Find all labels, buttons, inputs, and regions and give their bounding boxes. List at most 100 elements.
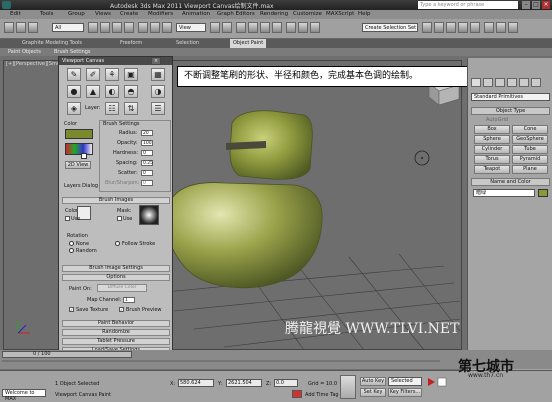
randomize-rollout[interactable]: Randomize	[62, 329, 170, 336]
curve-editor-icon[interactable]	[446, 22, 456, 33]
object-type-rollout[interactable]: Object Type	[471, 107, 550, 115]
rotation-random-radio[interactable]	[69, 248, 74, 253]
layer-options-icon[interactable]: ☰	[151, 102, 165, 115]
paint-behavior-rollout[interactable]: Paint Behavior	[62, 320, 170, 327]
material-editor-icon[interactable]	[470, 22, 480, 33]
teapot-button[interactable]: Teapot	[474, 165, 510, 174]
select-layer-icon[interactable]: ◈	[67, 102, 81, 115]
layers-dialog-button[interactable]: Layers Dialog	[64, 183, 98, 189]
smudge-icon[interactable]: ◐	[105, 85, 119, 98]
mirror-icon[interactable]	[298, 22, 308, 33]
menu-tools[interactable]: Tools	[40, 11, 54, 17]
fill-icon[interactable]: ▣	[124, 68, 138, 81]
layer-manager-icon[interactable]	[422, 22, 432, 33]
menu-edit[interactable]: Edit	[10, 11, 21, 17]
blur-sharpen-spinner[interactable]: 0	[141, 180, 153, 186]
window-crossing-icon[interactable]	[124, 22, 134, 33]
menu-graph-editors[interactable]: Graph Editors	[217, 11, 255, 17]
box-button[interactable]: Box	[474, 125, 510, 134]
paint-objects-panel[interactable]: Paint Objects	[8, 49, 41, 55]
move-icon[interactable]	[138, 22, 148, 33]
brush-mask-image[interactable]	[139, 205, 159, 225]
time-slider[interactable]: 0 / 100	[2, 351, 132, 358]
pivot-icon[interactable]	[210, 22, 220, 33]
schematic-icon[interactable]	[458, 22, 468, 33]
pyramid-button[interactable]: Pyramid	[512, 155, 548, 164]
motion-tab-icon[interactable]	[507, 78, 517, 87]
rotate-icon[interactable]	[150, 22, 160, 33]
key-filters-button[interactable]: Key Filters...	[388, 388, 422, 397]
blur-icon[interactable]: ●	[67, 85, 81, 98]
contrast-icon[interactable]: ◑	[151, 85, 165, 98]
menu-customize[interactable]: Customize	[293, 11, 322, 17]
minimize-icon[interactable]: –	[522, 1, 530, 9]
new-layer-icon[interactable]: ☷	[105, 102, 119, 115]
brush-images-rollout[interactable]: Brush Images	[62, 197, 170, 204]
playback-controls[interactable]	[422, 371, 456, 391]
paint-brush-icon[interactable]: ✎	[67, 68, 81, 81]
x-coordinate-field[interactable]: 580.624	[178, 379, 214, 387]
brush-preview-checkbox[interactable]: ✓	[119, 307, 124, 312]
rect-selection-icon[interactable]	[112, 22, 122, 33]
paint-object-bowl[interactable]	[165, 182, 323, 289]
close-icon[interactable]: ×	[151, 57, 161, 65]
auto-key-button[interactable]: Auto Key	[360, 377, 386, 386]
torus-button[interactable]: Torus	[474, 155, 510, 164]
maxscript-listener[interactable]: Welcome to MAX	[2, 389, 46, 402]
spacing-spinner[interactable]: 0.25	[141, 160, 153, 166]
selection-filter-dropdown[interactable]: All	[52, 23, 84, 32]
erase-icon[interactable]: ✐	[86, 68, 100, 81]
menu-modifiers[interactable]: Modifiers	[148, 11, 173, 17]
modify-tab-icon[interactable]	[483, 78, 493, 87]
tab-graphite-modeling-tools[interactable]: Graphite Modeling Tools	[22, 40, 82, 46]
menu-group[interactable]: Group	[68, 11, 85, 17]
menu-views[interactable]: Views	[95, 11, 111, 17]
maximize-icon[interactable]: □	[532, 1, 540, 9]
render-teapot-icon[interactable]	[508, 22, 518, 33]
time-tag-icon[interactable]	[292, 390, 302, 398]
menu-animation[interactable]: Animation	[182, 11, 210, 17]
add-time-tag-button[interactable]: Add Time Tag	[305, 392, 339, 398]
tube-button[interactable]: Tube	[512, 145, 548, 154]
paint-on-dropdown[interactable]: Diffuse Color	[97, 284, 147, 292]
rendered-frame-icon[interactable]	[496, 22, 506, 33]
options-rollout[interactable]: Options	[62, 274, 170, 281]
menu-create[interactable]: Create	[120, 11, 138, 17]
tab-selection[interactable]: Selection	[176, 40, 199, 46]
object-color-swatch[interactable]	[538, 189, 548, 197]
opacity-spinner[interactable]: 100	[141, 140, 153, 146]
save-texture-checkbox[interactable]: ✓	[69, 307, 74, 312]
named-selection-dropdown[interactable]: Create Selection Set	[362, 23, 418, 32]
menu-maxscript[interactable]: MAXScript	[326, 11, 354, 17]
search-input[interactable]: Type a keyword or phrase	[418, 1, 518, 9]
color-palette[interactable]	[65, 143, 93, 155]
render-setup-icon[interactable]	[484, 22, 494, 33]
scale-icon[interactable]	[162, 22, 172, 33]
link-icon[interactable]	[28, 22, 38, 33]
use-color-checkbox[interactable]	[65, 216, 70, 221]
brush-image-settings-rollout[interactable]: Brush Image Settings	[62, 265, 170, 272]
undo-icon[interactable]	[4, 22, 14, 33]
scatter-spinner[interactable]: 0	[141, 170, 153, 176]
sharpen-icon[interactable]: ▲	[86, 85, 100, 98]
radius-spinner[interactable]: 20	[141, 130, 153, 136]
geosphere-button[interactable]: GeoSphere	[512, 135, 548, 144]
tablet-pressure-rollout[interactable]: Tablet Pressure	[62, 338, 170, 345]
move-layer-icon[interactable]: ⇅	[124, 102, 138, 115]
secondary-color-swatch[interactable]	[81, 153, 87, 159]
redo-icon[interactable]	[16, 22, 26, 33]
cone-button[interactable]: Cone	[512, 125, 548, 134]
z-coordinate-field[interactable]: 0.0	[274, 379, 298, 387]
spinner-snap-icon[interactable]	[272, 22, 282, 33]
hierarchy-tab-icon[interactable]	[495, 78, 505, 87]
y-coordinate-field[interactable]: 2621.504	[226, 379, 262, 387]
cylinder-button[interactable]: Cylinder	[474, 145, 510, 154]
rotation-none-radio[interactable]	[69, 241, 74, 246]
rotation-follow-radio[interactable]	[115, 241, 120, 246]
align-icon[interactable]	[310, 22, 320, 33]
name-and-color-rollout[interactable]: Name and Color	[471, 178, 550, 186]
clone-icon[interactable]: ⚘	[105, 68, 119, 81]
select-object-icon[interactable]	[88, 22, 98, 33]
primitives-dropdown[interactable]: Standard Primitives	[471, 93, 550, 101]
close-icon[interactable]: ×	[542, 1, 550, 9]
